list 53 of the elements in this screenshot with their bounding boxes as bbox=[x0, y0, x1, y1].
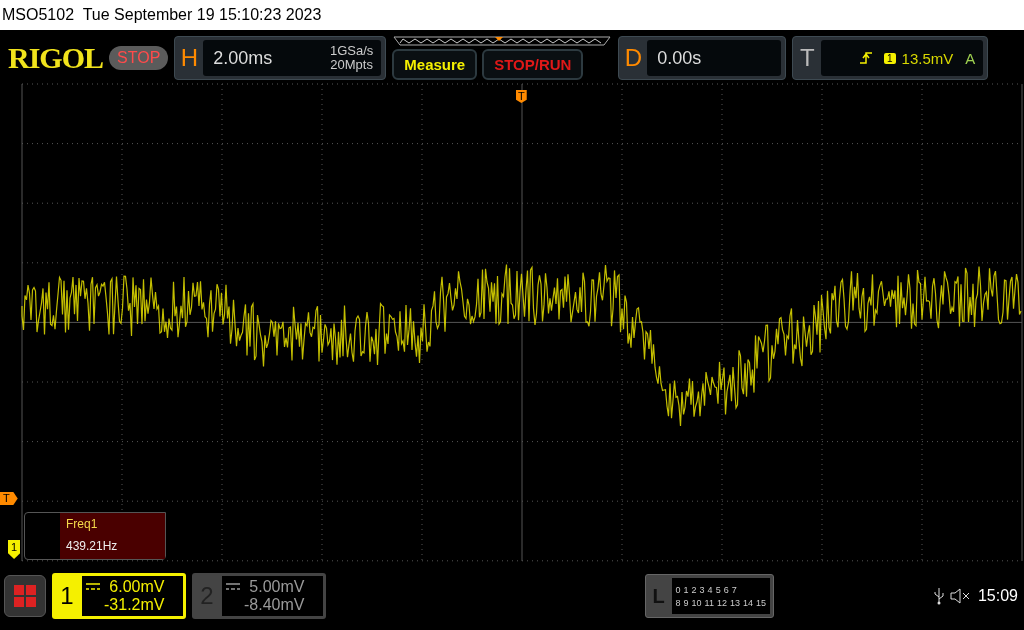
dc-coupling-icon bbox=[226, 583, 240, 591]
rigol-logo: RIGOL bbox=[8, 41, 104, 75]
run-state-indicator: STOP bbox=[109, 46, 169, 70]
delay-panel[interactable]: D 0.00s bbox=[618, 36, 787, 80]
logic-channel-number: 3 bbox=[699, 584, 705, 595]
logic-channel-number: 12 bbox=[716, 597, 727, 608]
logic-channel-number: 1 bbox=[683, 584, 689, 595]
measurement-value: 439.21Hz bbox=[66, 539, 119, 553]
logic-channel-number: 5 bbox=[715, 584, 721, 595]
channel-offset: -8.40mV bbox=[244, 596, 305, 614]
trigger-label: T bbox=[798, 44, 816, 72]
clock-time: 15:09 bbox=[977, 587, 1018, 605]
logic-channel-number: 0 bbox=[675, 584, 681, 595]
logic-channel-number: 15 bbox=[756, 597, 766, 608]
usb-icon bbox=[933, 587, 944, 605]
logic-channel-number: 9 bbox=[683, 597, 689, 608]
trigger-panel[interactable]: T 1 13.5mV A bbox=[792, 36, 989, 80]
trigger-source-badge: 1 bbox=[884, 52, 896, 64]
measure-button[interactable]: Measure bbox=[392, 49, 478, 80]
grid-icon bbox=[13, 584, 37, 608]
stop-run-button[interactable]: STOP/RUN bbox=[482, 49, 584, 80]
menu-button[interactable] bbox=[4, 575, 46, 617]
channel-offset: -31.2mV bbox=[104, 596, 165, 614]
logic-channel-number: 14 bbox=[742, 597, 753, 608]
trigger-level: 13.5mV bbox=[901, 49, 954, 67]
logic-channel-number: 7 bbox=[731, 584, 737, 595]
trigger-level-marker: T bbox=[0, 492, 18, 505]
timebase-value: 2.00ms bbox=[212, 47, 274, 69]
horizontal-panel[interactable]: H 2.00ms 1GSa/s 20Mpts bbox=[174, 36, 387, 80]
logic-channel-number: 6 bbox=[723, 584, 729, 595]
channel-number: 1 bbox=[59, 582, 75, 610]
measurement-name: Freq1 bbox=[66, 517, 99, 531]
dc-coupling-icon bbox=[86, 583, 100, 591]
delay-value: 0.00s bbox=[656, 47, 703, 69]
logic-channel-number: 8 bbox=[675, 597, 681, 608]
channel-ground-marker: 1 bbox=[8, 540, 21, 559]
channel-panel[interactable]: 1 6.00mV -31.2mV bbox=[52, 573, 186, 619]
memory-depth: 20Mpts bbox=[330, 57, 373, 72]
trigger-mode: A bbox=[965, 49, 976, 67]
title-text: MSO5102 Tue September 19 15:10:23 2023 bbox=[1, 5, 322, 25]
delay-label: D bbox=[623, 44, 643, 72]
logic-channel-number: 2 bbox=[691, 584, 697, 595]
trigger-position-marker: T bbox=[516, 90, 527, 103]
logic-channel-number: 4 bbox=[707, 584, 713, 595]
channel-scale: 6.00mV bbox=[109, 578, 165, 596]
sample-rate: 1GSa/s bbox=[329, 43, 374, 58]
logic-channel-number: 11 bbox=[704, 597, 714, 608]
logic-channel-number: 13 bbox=[729, 597, 740, 608]
muted-speaker-icon bbox=[949, 588, 972, 604]
channel-scale: 5.00mV bbox=[249, 578, 305, 596]
horizontal-label: H bbox=[179, 44, 199, 72]
rising-edge-icon bbox=[860, 52, 873, 64]
logic-channel-number: 10 bbox=[691, 597, 702, 608]
